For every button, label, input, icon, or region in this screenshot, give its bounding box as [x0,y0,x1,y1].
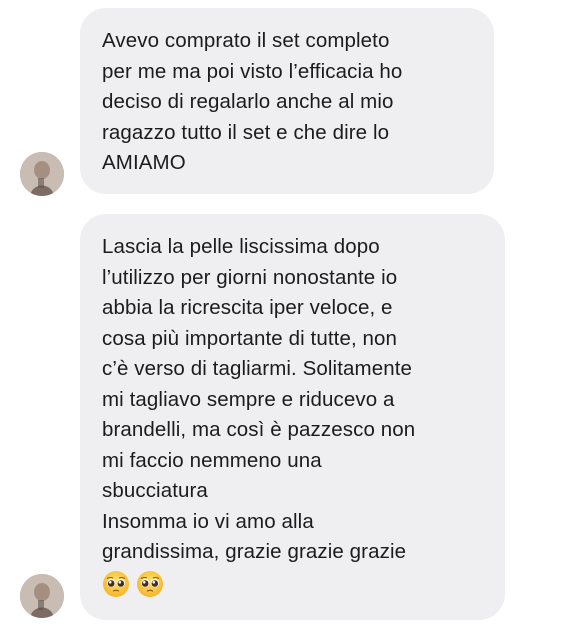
avatar[interactable] [20,574,64,618]
avatar[interactable] [20,152,64,196]
emoji-line [102,570,483,600]
message-bubble[interactable]: Lascia la pelle liscissima dopo l’utiliz… [80,214,505,620]
avatar-photo-icon [20,152,64,196]
message-text: Avevo comprato il set completo per me ma… [102,29,403,174]
message-text: Lascia la pelle liscissima dopo l’utiliz… [102,235,416,563]
message-bubble[interactable]: Avevo comprato il set completo per me ma… [80,8,494,194]
pleading-face-emoji-icon [103,570,129,597]
pleading-face-emoji-icon [137,570,163,597]
avatar-photo-icon [20,574,64,618]
